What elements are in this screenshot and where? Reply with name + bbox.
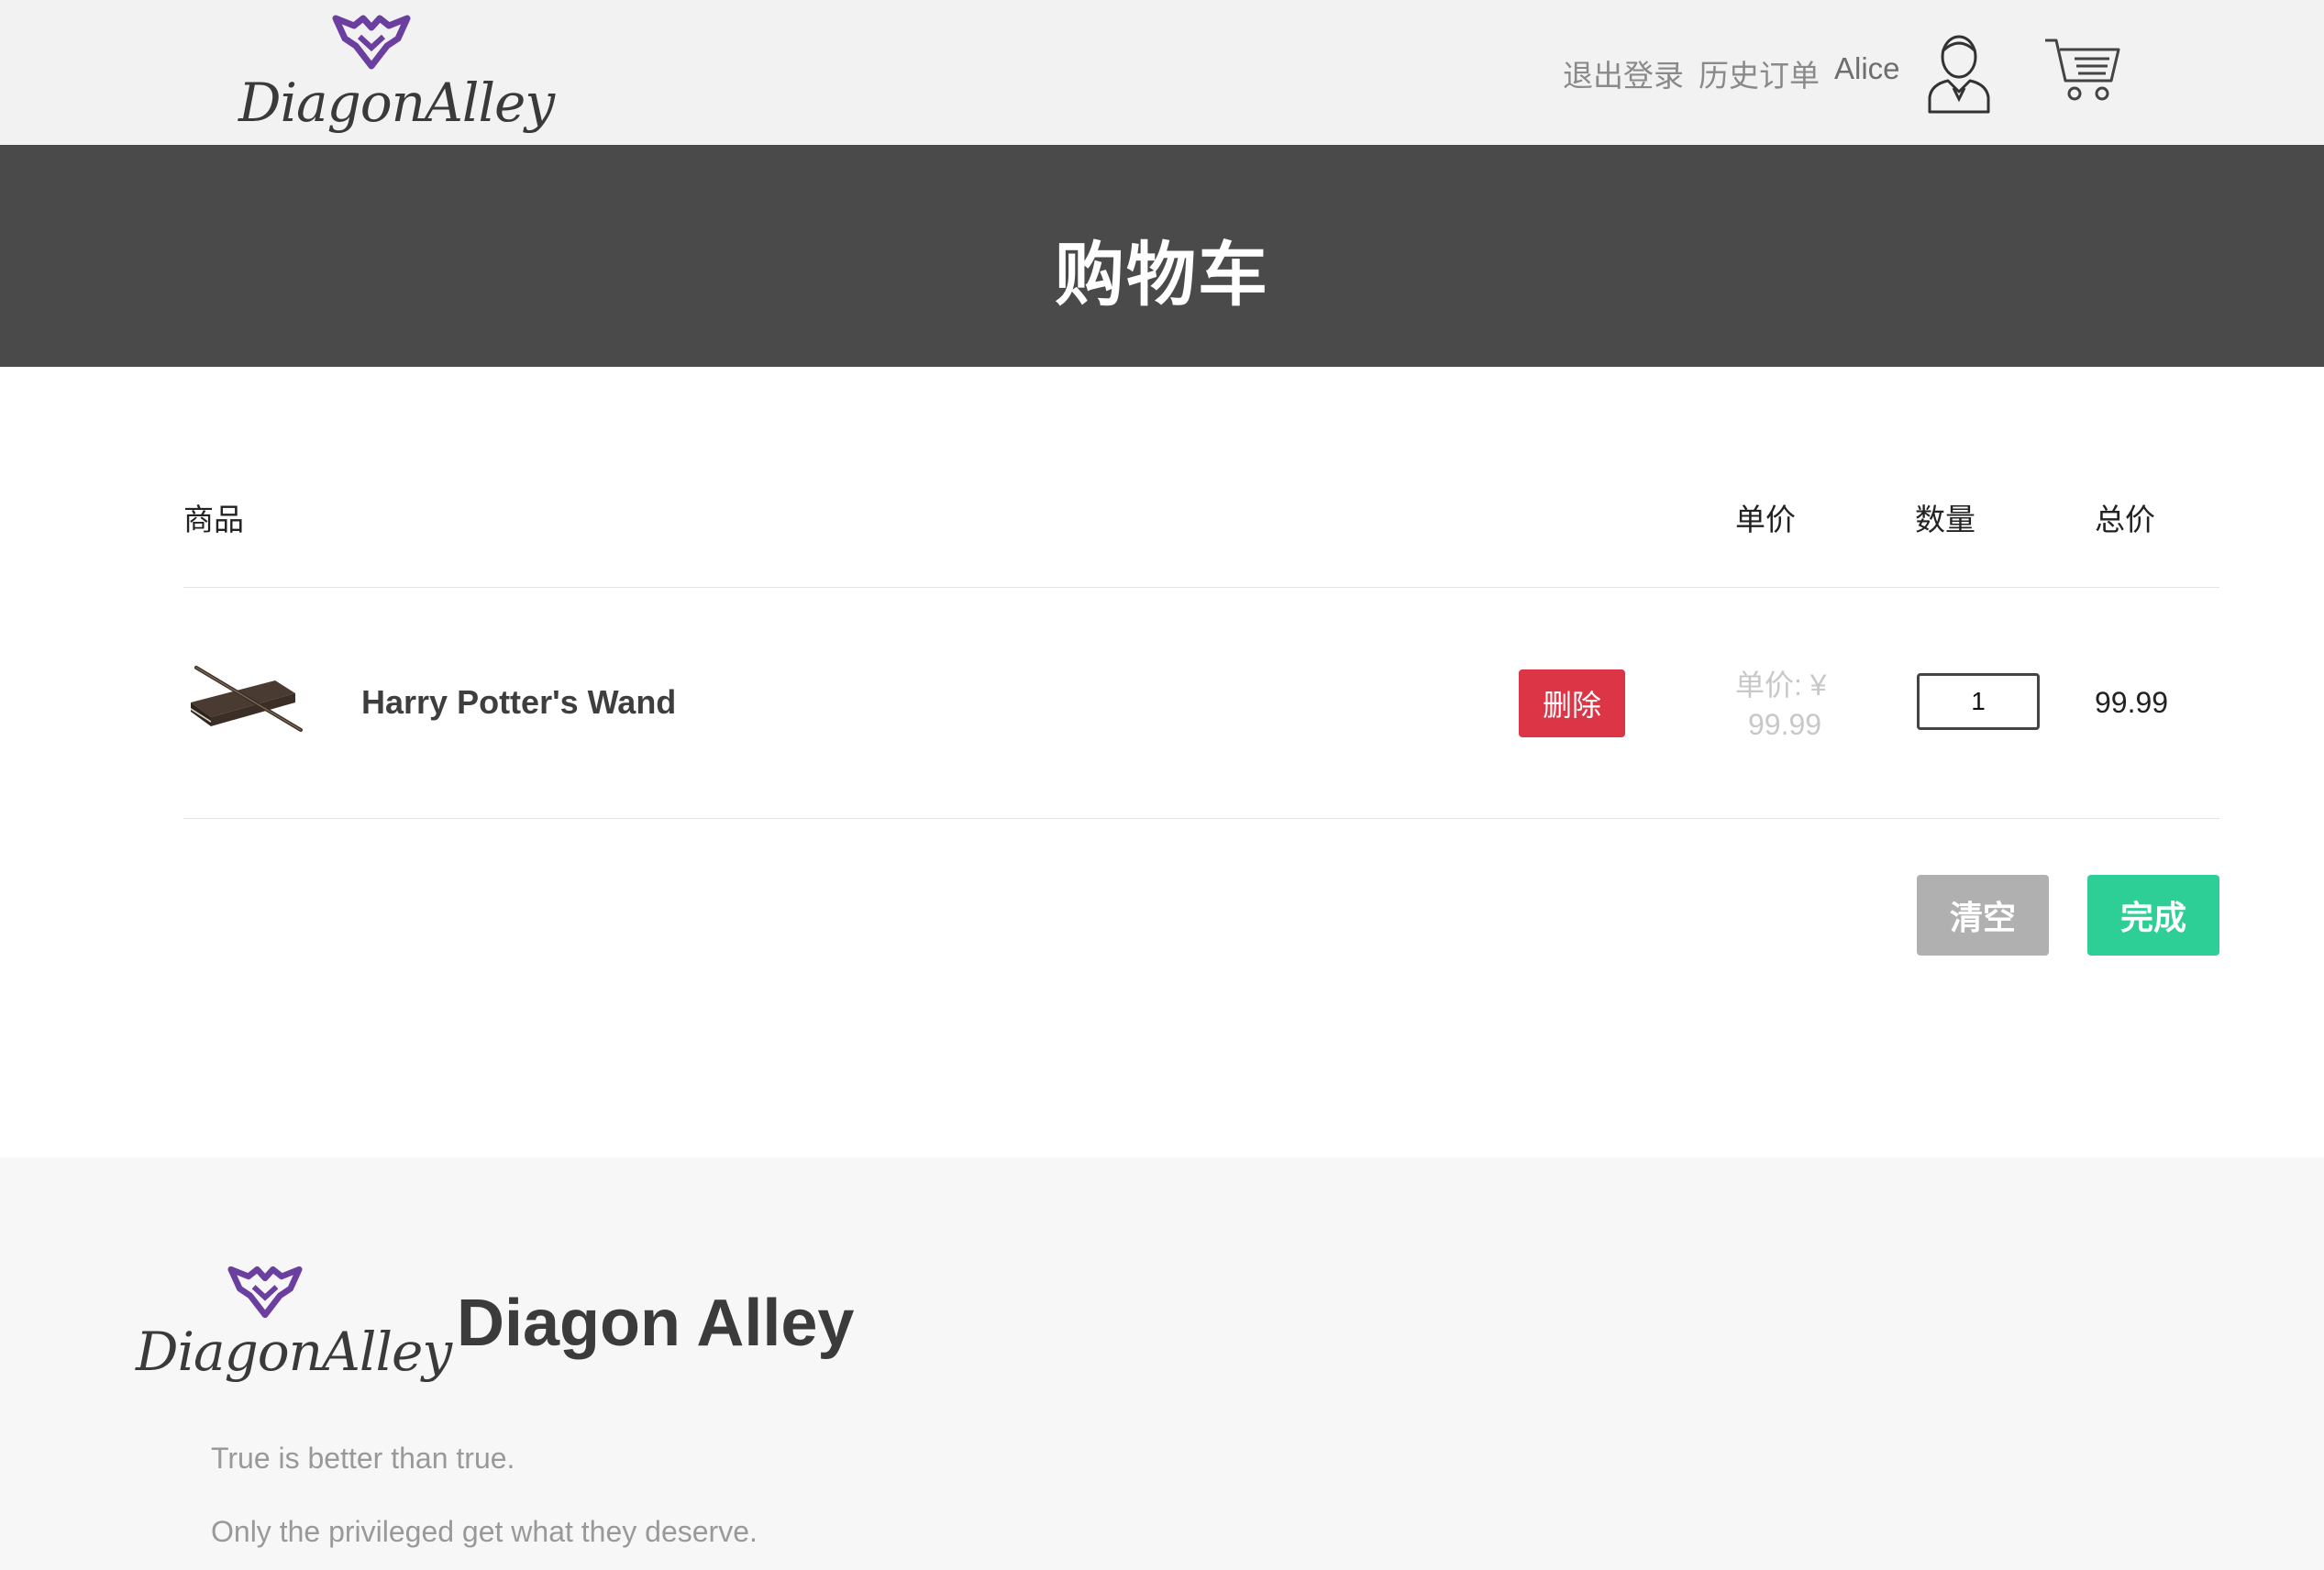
footer-brand-name: Diagon Alley xyxy=(457,1287,855,1360)
column-header-total: 总价 xyxy=(2095,503,2155,536)
logout-link[interactable]: 退出登录 xyxy=(1563,51,1684,95)
quantity-input[interactable] xyxy=(1917,673,2040,730)
product-name[interactable]: Harry Potter's Wand xyxy=(361,683,676,722)
column-header-quantity: 数量 xyxy=(1915,503,1975,536)
wand-product-image[interactable] xyxy=(183,660,303,734)
unit-price-label: 单价: ¥ xyxy=(1735,669,1827,702)
clear-cart-button[interactable]: 清空 xyxy=(1917,875,2049,956)
footer-tagline: Only the privileged get what they deserv… xyxy=(211,1515,758,1548)
top-navbar: DiagonAlley 退出登录 历史订单 Alice xyxy=(0,0,2324,145)
user-icon[interactable] xyxy=(1926,31,1992,114)
page-banner: 购物车 xyxy=(0,145,2324,367)
bat-logo-icon xyxy=(227,1266,303,1319)
footer-logo-text: DiagonAlley xyxy=(136,1321,452,1383)
logo-text: DiagonAlley xyxy=(238,72,555,134)
bat-logo-icon xyxy=(332,15,411,70)
order-history-link[interactable]: 历史订单 xyxy=(1699,51,1820,95)
footer-logo[interactable]: DiagonAlley xyxy=(136,1266,452,1383)
footer-tagline: True is better than true. xyxy=(211,1442,515,1475)
column-header-product: 商品 xyxy=(183,503,244,536)
logo[interactable]: DiagonAlley xyxy=(238,15,555,134)
page-title: 购物车 xyxy=(1055,237,1269,315)
checkout-done-button[interactable]: 完成 xyxy=(2087,875,2219,956)
row-total-value: 99.99 xyxy=(2095,686,2169,719)
username-link[interactable]: Alice xyxy=(1834,51,1900,86)
table-divider xyxy=(183,587,2219,588)
shopping-cart-icon[interactable] xyxy=(2043,35,2122,108)
column-header-unit-price: 单价 xyxy=(1735,503,1796,536)
unit-price-value: 99.99 xyxy=(1748,708,1822,741)
table-divider xyxy=(183,818,2219,819)
delete-button[interactable]: 删除 xyxy=(1519,669,1625,737)
footer: DiagonAlley Diagon Alley True is better … xyxy=(0,1157,2324,1570)
